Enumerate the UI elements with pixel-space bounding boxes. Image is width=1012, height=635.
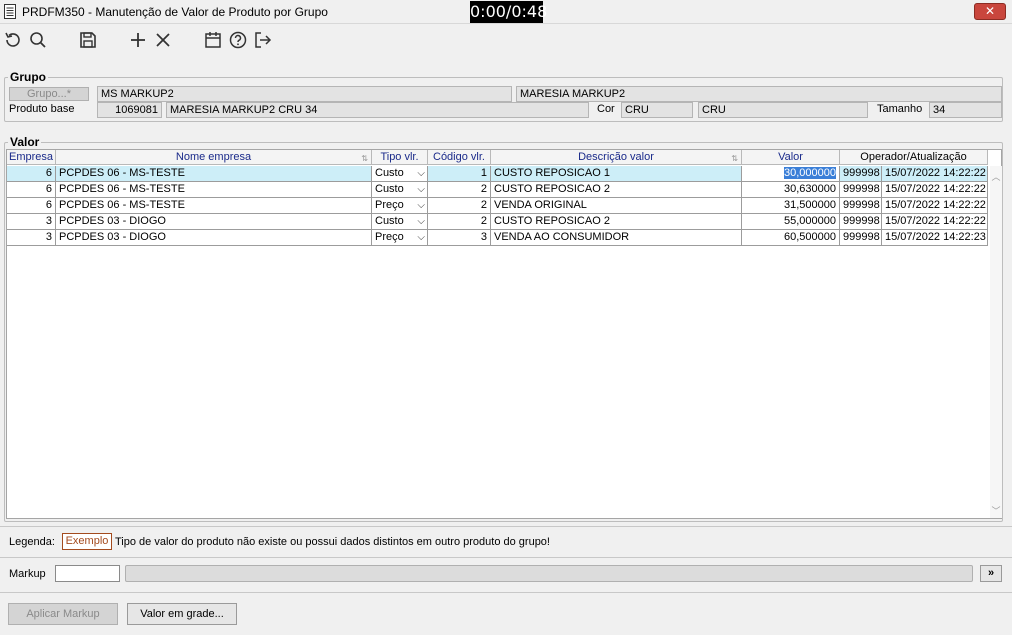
cor-label: Cor: [597, 103, 615, 115]
cell-nome[interactable]: PCPDES 03 - DIOGO: [56, 230, 372, 246]
cell-atualizacao[interactable]: 15/07/2022 14:22:23: [882, 230, 988, 246]
cell-operador[interactable]: 999998: [840, 182, 882, 198]
refresh-icon[interactable]: [3, 30, 23, 50]
col-header-codigo-vlr[interactable]: Código vlr.: [428, 150, 491, 165]
sort-icon: ⇅: [361, 154, 368, 163]
close-button[interactable]: ✕: [974, 3, 1006, 20]
divider: [0, 526, 1012, 527]
chevron-down-icon[interactable]: ⌵: [417, 166, 425, 181]
vertical-scrollbar[interactable]: ︿ ﹀: [990, 166, 1002, 518]
chevron-down-icon[interactable]: ⌵: [417, 198, 425, 213]
cell-codigo[interactable]: 1: [428, 166, 491, 182]
valor-legend: Valor: [8, 135, 42, 149]
scroll-down-icon[interactable]: ﹀: [990, 504, 1002, 516]
chevron-down-icon[interactable]: ⌵: [417, 182, 425, 197]
markup-progress-bar: [125, 565, 973, 582]
cell-valor[interactable]: 60,500000: [742, 230, 840, 246]
grupo-button[interactable]: Grupo...*: [9, 87, 89, 101]
sort-icon: ⇅: [731, 154, 738, 163]
produto-base-label: Produto base: [9, 103, 75, 115]
legenda-text: Tipo de valor do produto não existe ou p…: [115, 536, 550, 548]
delete-icon[interactable]: [153, 30, 173, 50]
cor-desc-field: CRU: [698, 102, 868, 118]
cell-tipo[interactable]: Custo ⌵: [372, 182, 428, 198]
cell-codigo[interactable]: 3: [428, 230, 491, 246]
search-icon[interactable]: [28, 30, 48, 50]
legenda-label: Legenda:: [9, 536, 55, 548]
cell-empresa[interactable]: 6: [7, 166, 56, 182]
cell-operador[interactable]: 999998: [840, 230, 882, 246]
cell-tipo[interactable]: Custo ⌵: [372, 214, 428, 230]
divider: [0, 557, 1012, 558]
cell-tipo[interactable]: Custo ⌵: [372, 166, 428, 182]
cell-codigo[interactable]: 2: [428, 214, 491, 230]
title-bar: PRDFM350 - Manutenção de Valor de Produt…: [0, 0, 1012, 24]
cell-operador[interactable]: 999998: [840, 198, 882, 214]
cell-descricao[interactable]: VENDA AO CONSUMIDOR: [491, 230, 742, 246]
toolbar: [0, 25, 1012, 55]
tamanho-field: 34: [929, 102, 1002, 118]
col-header-tipo-vlr[interactable]: Tipo vlr.: [372, 150, 428, 165]
cell-atualizacao[interactable]: 15/07/2022 14:22:22: [882, 198, 988, 214]
col-header-nome-empresa[interactable]: Nome empresa ⇅: [56, 150, 372, 165]
cell-descricao[interactable]: CUSTO REPOSICAO 1: [491, 166, 742, 182]
valor-em-grade-button[interactable]: Valor em grade...: [127, 603, 237, 625]
save-icon[interactable]: [78, 30, 98, 50]
cell-nome[interactable]: PCPDES 06 - MS-TESTE: [56, 198, 372, 214]
valor-grid: Empresa Nome empresa ⇅ Tipo vlr. Código v…: [6, 149, 1002, 519]
cell-descricao[interactable]: CUSTO REPOSICAO 2: [491, 182, 742, 198]
cell-empresa[interactable]: 3: [7, 214, 56, 230]
cell-operador[interactable]: 999998: [840, 166, 882, 182]
cell-tipo[interactable]: Preço ⌵: [372, 230, 428, 246]
aplicar-markup-button[interactable]: Aplicar Markup: [8, 603, 118, 625]
cell-descricao[interactable]: CUSTO REPOSICAO 2: [491, 214, 742, 230]
col-header-empresa[interactable]: Empresa: [7, 150, 56, 165]
tamanho-label: Tamanho: [877, 103, 923, 115]
grupo-legend: Grupo: [8, 70, 48, 84]
expand-button[interactable]: »: [980, 565, 1002, 582]
chevron-down-icon[interactable]: ⌵: [417, 214, 425, 229]
cell-nome[interactable]: PCPDES 06 - MS-TESTE: [56, 166, 372, 182]
cell-empresa[interactable]: 3: [7, 230, 56, 246]
cor-code-field: CRU: [621, 102, 693, 118]
exit-icon[interactable]: [253, 30, 273, 50]
col-header-valor[interactable]: Valor: [742, 150, 840, 165]
cell-atualizacao[interactable]: 15/07/2022 14:22:22: [882, 182, 988, 198]
cell-codigo[interactable]: 2: [428, 182, 491, 198]
cell-nome[interactable]: PCPDES 03 - DIOGO: [56, 214, 372, 230]
markup-input[interactable]: [55, 565, 120, 582]
window-title: PRDFM350 - Manutenção de Valor de Produt…: [22, 5, 328, 19]
chevron-down-icon[interactable]: ⌵: [417, 230, 425, 245]
legenda-example: Exemplo: [62, 533, 112, 550]
cell-valor[interactable]: 55,000000: [742, 214, 840, 230]
calendar-icon[interactable]: [203, 30, 223, 50]
cell-atualizacao[interactable]: 15/07/2022 14:22:22: [882, 166, 988, 182]
grupo-code-field: MS MARKUP2: [97, 86, 512, 102]
cell-codigo[interactable]: 2: [428, 198, 491, 214]
document-icon: [4, 4, 16, 19]
scroll-up-icon[interactable]: ︿: [990, 170, 1002, 182]
cell-operador[interactable]: 999998: [840, 214, 882, 230]
markup-label: Markup: [9, 568, 46, 580]
help-icon[interactable]: [228, 30, 248, 50]
video-timer: 0:00/0:48: [470, 1, 548, 23]
cell-empresa[interactable]: 6: [7, 182, 56, 198]
add-icon[interactable]: [128, 30, 148, 50]
cell-valor[interactable]: 31,500000: [742, 198, 840, 214]
cell-empresa[interactable]: 6: [7, 198, 56, 214]
cell-valor[interactable]: 30,000000: [742, 166, 840, 182]
grupo-desc-field: MARESIA MARKUP2: [516, 86, 1002, 102]
divider: [0, 592, 1012, 593]
cell-tipo[interactable]: Preço ⌵: [372, 198, 428, 214]
produto-desc-field: MARESIA MARKUP2 CRU 34: [166, 102, 589, 118]
cell-nome[interactable]: PCPDES 06 - MS-TESTE: [56, 182, 372, 198]
cell-valor[interactable]: 30,630000: [742, 182, 840, 198]
col-header-descricao-valor[interactable]: Descrição valor ⇅: [491, 150, 742, 165]
col-header-operador[interactable]: Operador/Atualização: [840, 150, 988, 165]
cell-atualizacao[interactable]: 15/07/2022 14:22:22: [882, 214, 988, 230]
produto-code-field: 1069081: [97, 102, 162, 118]
cell-descricao[interactable]: VENDA ORIGINAL: [491, 198, 742, 214]
